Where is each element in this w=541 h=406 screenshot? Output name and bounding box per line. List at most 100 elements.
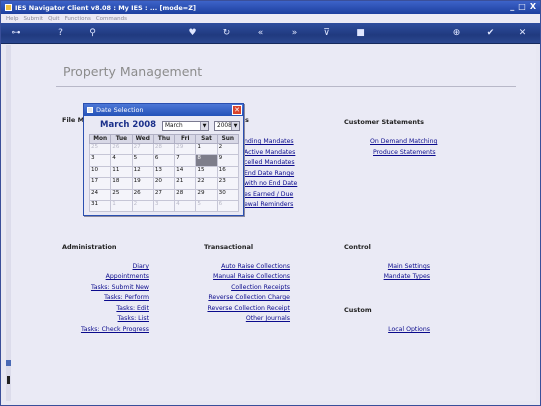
calendar-day[interactable]: 5 <box>131 154 154 167</box>
calendar-day[interactable]: 4 <box>110 154 133 167</box>
link-main-settings[interactable]: Main Settings <box>388 263 430 270</box>
year-select[interactable]: 2008 ▼ <box>214 121 240 131</box>
dialog-title: Date Selection <box>96 106 144 114</box>
filter-icon[interactable]: ⊽ <box>321 28 332 39</box>
calendar-day-other-month[interactable]: 25 <box>88 142 112 156</box>
link-produce-statements[interactable]: Produce Statements <box>373 149 436 156</box>
month-select-value: March <box>165 123 183 129</box>
calendar-day[interactable]: 11 <box>110 165 133 179</box>
close-icon[interactable]: ✕ <box>517 28 528 39</box>
calendar-day-other-month[interactable]: 26 <box>110 142 133 156</box>
calendar-day-other-month[interactable]: 5 <box>195 199 218 213</box>
calendar-day[interactable]: 10 <box>88 165 112 179</box>
link-tasks-submit-new[interactable]: Tasks: Submit New <box>91 284 149 291</box>
calendar-day-other-month[interactable]: 3 <box>152 199 176 213</box>
calendar-day[interactable]: 28 <box>174 188 197 201</box>
link-reverse-collection-receipt[interactable]: Reverse Collection Receipt <box>207 305 290 312</box>
calendar-day[interactable]: 23 <box>216 177 240 190</box>
minimize-button[interactable]: _ <box>510 2 514 11</box>
close-window-button[interactable]: X <box>530 2 536 11</box>
calendar-grid: Mon Tue Wed Thu Fri Sat Sun 25 26 27 28 … <box>88 134 240 213</box>
calendar-day-other-month[interactable]: 4 <box>174 199 197 213</box>
link-tasks-list[interactable]: Tasks: List <box>118 315 149 322</box>
calendar-day[interactable]: 13 <box>152 165 176 179</box>
menu-commands[interactable]: Commands <box>96 16 127 22</box>
link-collection-receipts[interactable]: Collection Receipts <box>231 284 290 291</box>
calendar-day[interactable]: 16 <box>216 165 240 179</box>
link-tasks-check-progress[interactable]: Tasks: Check Progress <box>81 326 149 333</box>
link-end-date-range[interactable]: End Date Range <box>244 170 294 177</box>
calendar-day[interactable]: 30 <box>216 188 240 201</box>
weekday-header: Tue <box>110 134 133 144</box>
link-renewal-reminders[interactable]: ewal Reminders <box>244 201 293 208</box>
link-on-demand-matching[interactable]: On Demand Matching <box>370 138 437 145</box>
calendar-day-other-month[interactable]: 27 <box>131 142 154 156</box>
calendar-day[interactable]: 31 <box>88 199 112 213</box>
search-icon[interactable]: ⚲ <box>87 28 98 39</box>
calendar-day[interactable]: 9 <box>216 154 240 167</box>
add-icon[interactable]: ⊕ <box>451 28 462 39</box>
section-heading-partial: s <box>245 116 249 124</box>
link-auto-raise-collections[interactable]: Auto Raise Collections <box>221 263 290 270</box>
calendar-day[interactable]: 7 <box>174 154 197 167</box>
link-tasks-perform[interactable]: Tasks: Perform <box>104 294 149 301</box>
back-icon[interactable]: « <box>255 28 266 39</box>
calendar-day[interactable]: 19 <box>131 177 154 190</box>
link-reverse-collection-charge[interactable]: Reverse Collection Charge <box>208 294 290 301</box>
calendar-day[interactable]: 29 <box>195 188 218 201</box>
calendar-day[interactable]: 12 <box>131 165 154 179</box>
link-tasks-edit[interactable]: Tasks: Edit <box>116 305 149 312</box>
link-pending-mandates[interactable]: nding Mandates <box>244 138 294 145</box>
link-other-journals[interactable]: Other Journals <box>246 315 290 322</box>
calendar-day[interactable]: 15 <box>195 165 218 179</box>
heart-icon[interactable]: ♥ <box>187 28 198 39</box>
calendar-day[interactable]: 22 <box>195 177 218 190</box>
forward-icon[interactable]: » <box>289 28 300 39</box>
calendar-day-other-month[interactable]: 2 <box>131 199 154 213</box>
calendar-day[interactable]: 17 <box>88 177 112 190</box>
link-cancelled-mandates[interactable]: celled Mandates <box>244 159 295 166</box>
calendar-day[interactable]: 2 <box>216 142 240 156</box>
calendar-day-other-month[interactable]: 6 <box>216 199 240 213</box>
calendar-day-selected[interactable]: 8 <box>195 154 218 167</box>
menu-help[interactable]: Help <box>6 16 19 22</box>
menu-submit[interactable]: Submit <box>24 16 44 22</box>
link-mandate-types[interactable]: Mandate Types <box>384 273 430 280</box>
link-local-options[interactable]: Local Options <box>388 326 430 333</box>
calendar-day[interactable]: 25 <box>110 188 133 201</box>
maximize-button[interactable]: □ <box>518 2 526 11</box>
link-diary[interactable]: Diary <box>133 263 149 270</box>
stop-icon[interactable]: ■ <box>355 28 366 39</box>
calendar-day[interactable]: 14 <box>174 165 197 179</box>
link-appointments[interactable]: Appointments <box>106 273 149 280</box>
calendar-day[interactable]: 20 <box>152 177 176 190</box>
calendar-day-other-month[interactable]: 1 <box>110 199 133 213</box>
weekday-header: Sun <box>216 134 240 144</box>
calendar-day[interactable]: 6 <box>152 154 176 167</box>
check-icon[interactable]: ✔ <box>485 28 496 39</box>
calendar-day[interactable]: 18 <box>110 177 133 190</box>
calendar-day[interactable]: 3 <box>88 154 112 167</box>
link-no-end-date[interactable]: with no End Date <box>244 180 297 187</box>
dialog-close-button[interactable]: ✕ <box>232 105 242 115</box>
calendar-day-other-month[interactable]: 29 <box>174 142 197 156</box>
toolbar: ⊶ ? ⚲ ♥ ↻ « » ⊽ ■ ⊕ ✔ ✕ <box>1 23 540 44</box>
calendar-day[interactable]: 27 <box>152 188 176 201</box>
key-icon[interactable]: ⊶ <box>7 28 25 39</box>
page-title: Property Management <box>63 64 203 79</box>
calendar-day[interactable]: 24 <box>88 188 112 201</box>
dialog-title-bar: Date Selection <box>84 104 243 116</box>
calendar-day-other-month[interactable]: 28 <box>152 142 176 156</box>
link-active-mandates[interactable]: Active Mandates <box>244 149 295 156</box>
calendar-day[interactable]: 1 <box>195 142 218 156</box>
calendar-day[interactable]: 26 <box>131 188 154 201</box>
chevron-down-icon: ▼ <box>231 122 239 130</box>
month-select[interactable]: March ▼ <box>162 121 209 131</box>
menu-functions[interactable]: Functions <box>65 16 91 22</box>
menu-quit[interactable]: Quit <box>48 16 60 22</box>
link-manual-raise-collections[interactable]: Manual Raise Collections <box>213 273 290 280</box>
refresh-icon[interactable]: ↻ <box>221 28 232 39</box>
calendar-day[interactable]: 21 <box>174 177 197 190</box>
link-fees-earned-due[interactable]: es Earned / Due <box>244 191 293 198</box>
help-icon[interactable]: ? <box>55 28 66 39</box>
